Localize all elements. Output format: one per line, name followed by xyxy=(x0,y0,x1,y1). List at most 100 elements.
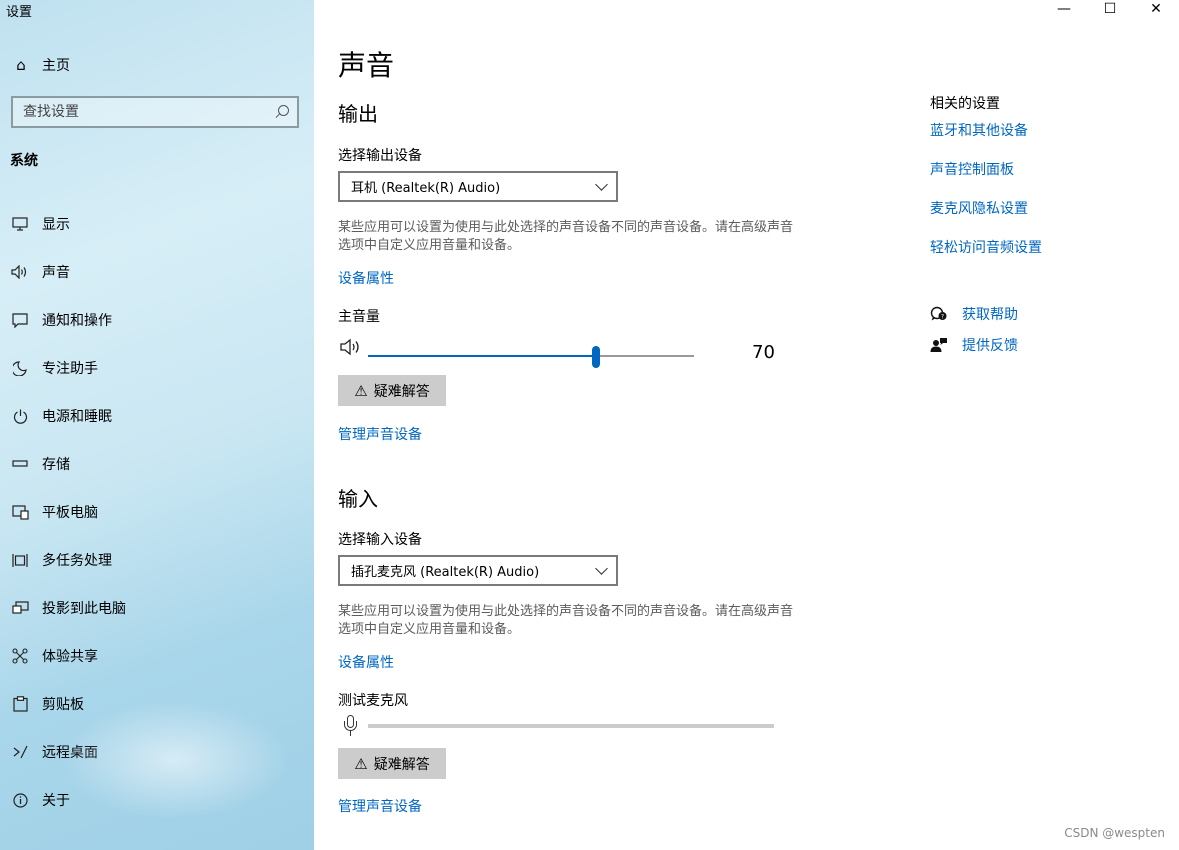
home-nav-item[interactable]: ⌂ 主页 xyxy=(12,55,70,75)
sidebar-item-label: 投影到此电脑 xyxy=(42,601,126,617)
output-heading: 输出 xyxy=(338,102,378,126)
chevron-down-icon xyxy=(595,562,608,575)
sidebar-item-display[interactable]: 显示 xyxy=(0,200,314,248)
volume-track-fill xyxy=(368,355,596,357)
warning-icon: ⚠ xyxy=(354,754,368,773)
sidebar-item-focus-assist[interactable]: 专注助手 xyxy=(0,344,314,392)
input-device-dropdown[interactable]: 插孔麦克风 (Realtek(R) Audio) xyxy=(338,555,618,586)
clipboard-icon xyxy=(10,694,30,714)
feedback-label: 提供反馈 xyxy=(962,338,1018,354)
master-volume-label: 主音量 xyxy=(338,309,380,325)
output-properties-link[interactable]: 设备属性 xyxy=(338,268,394,288)
moon-icon xyxy=(10,358,30,378)
sidebar-item-tablet[interactable]: 平板电脑 xyxy=(0,488,314,536)
watermark: CSDN @wespten xyxy=(1064,826,1165,840)
input-manage-devices-link[interactable]: 管理声音设备 xyxy=(338,796,422,816)
speaker-icon xyxy=(10,262,30,282)
get-help-label: 获取帮助 xyxy=(962,307,1018,323)
sidebar-item-label: 电源和睡眠 xyxy=(42,409,112,425)
search-input[interactable] xyxy=(23,104,275,120)
share-icon xyxy=(10,646,30,666)
sidebar-item-shared-experiences[interactable]: 体验共享 xyxy=(0,632,314,680)
sidebar-item-storage[interactable]: 存储 xyxy=(0,440,314,488)
sidebar-item-projecting[interactable]: 投影到此电脑 xyxy=(0,584,314,632)
sidebar-item-label: 体验共享 xyxy=(42,649,98,665)
input-device-value: 插孔麦克风 (Realtek(R) Audio) xyxy=(351,565,540,580)
minimize-button[interactable]: — xyxy=(1041,0,1087,18)
storage-icon xyxy=(10,454,30,474)
volume-slider-thumb[interactable] xyxy=(592,346,600,368)
microphone-icon xyxy=(344,715,357,737)
page-title: 声音 xyxy=(338,49,395,82)
search-icon[interactable] xyxy=(275,105,289,119)
chevron-down-icon xyxy=(595,178,608,191)
input-description: 某些应用可以设置为使用与此处选择的声音设备不同的声音设备。请在高级声音选项中自定… xyxy=(338,604,794,637)
microphone-icon-stand xyxy=(350,731,352,736)
microphone-icon-holder xyxy=(344,721,357,731)
section-label: 系统 xyxy=(10,153,38,169)
sidebar: 设置 ⌂ 主页 系统 显示 声音 通知和操作 xyxy=(0,0,314,850)
sidebar-item-label: 平板电脑 xyxy=(42,505,98,521)
output-manage-devices-link[interactable]: 管理声音设备 xyxy=(338,424,422,444)
sidebar-item-sound[interactable]: 声音 xyxy=(0,248,314,296)
related-link-sound-control-panel[interactable]: 声音控制面板 xyxy=(930,159,1014,179)
app-title: 设置 xyxy=(6,5,33,20)
master-volume-slider[interactable] xyxy=(368,346,694,368)
input-heading: 输入 xyxy=(338,487,378,511)
input-properties-link[interactable]: 设备属性 xyxy=(338,652,394,672)
sidebar-item-label: 多任务处理 xyxy=(42,553,112,569)
related-link-bluetooth[interactable]: 蓝牙和其他设备 xyxy=(930,120,1028,140)
sidebar-item-label: 专注助手 xyxy=(42,361,98,377)
window-controls: — ☐ ✕ xyxy=(1041,0,1179,18)
sidebar-item-label: 通知和操作 xyxy=(42,313,112,329)
sidebar-item-label: 剪贴板 xyxy=(42,697,84,713)
related-link-ease-of-access-audio[interactable]: 轻松访问音频设置 xyxy=(930,237,1042,257)
close-button[interactable]: ✕ xyxy=(1133,0,1179,18)
main-content: — ☐ ✕ 声音 输出 选择输出设备 耳机 (Realtek(R) Audio)… xyxy=(314,0,1179,850)
speaker-icon[interactable] xyxy=(340,338,362,361)
troubleshoot-label: 疑难解答 xyxy=(373,756,430,773)
output-device-dropdown[interactable]: 耳机 (Realtek(R) Audio) xyxy=(338,171,618,202)
sidebar-item-notifications[interactable]: 通知和操作 xyxy=(0,296,314,344)
feedback-icon xyxy=(930,336,948,354)
sidebar-item-label: 显示 xyxy=(42,217,70,233)
input-device-label: 选择输入设备 xyxy=(338,532,422,548)
nav-list: 显示 声音 通知和操作 专注助手 电源和睡眠 存储 平板电脑 多任务处理 投影到… xyxy=(0,200,314,824)
related-settings-title: 相关的设置 xyxy=(930,96,1000,112)
multitask-icon xyxy=(10,550,30,570)
sidebar-item-remote-desktop[interactable]: 远程桌面 xyxy=(0,728,314,776)
sidebar-item-clipboard[interactable]: 剪贴板 xyxy=(0,680,314,728)
power-icon xyxy=(10,406,30,426)
help-chat-icon: ? xyxy=(930,305,948,323)
sidebar-item-about[interactable]: 关于 xyxy=(0,776,314,824)
test-mic-label: 测试麦克风 xyxy=(338,693,408,709)
output-device-value: 耳机 (Realtek(R) Audio) xyxy=(351,181,501,196)
notification-icon xyxy=(10,310,30,330)
output-troubleshoot-button[interactable]: ⚠ 疑难解答 xyxy=(338,375,446,406)
volume-track-rest xyxy=(596,355,694,357)
related-link-mic-privacy[interactable]: 麦克风隐私设置 xyxy=(930,198,1028,218)
sidebar-item-label: 远程桌面 xyxy=(42,745,98,761)
warning-icon: ⚠ xyxy=(354,381,368,400)
mic-level-meter xyxy=(368,724,774,728)
get-help-row[interactable]: ? 获取帮助 xyxy=(930,304,1018,324)
sidebar-item-power[interactable]: 电源和睡眠 xyxy=(0,392,314,440)
output-description: 某些应用可以设置为使用与此处选择的声音设备不同的声音设备。请在高级声音选项中自定… xyxy=(338,220,794,253)
maximize-button[interactable]: ☐ xyxy=(1087,0,1133,18)
search-box[interactable] xyxy=(11,96,299,128)
troubleshoot-label: 疑难解答 xyxy=(373,383,430,400)
sidebar-item-label: 关于 xyxy=(42,793,70,809)
sidebar-item-label: 声音 xyxy=(42,265,70,281)
home-icon: ⌂ xyxy=(16,56,26,74)
info-icon xyxy=(10,790,30,810)
volume-value: 70 xyxy=(752,342,775,363)
remote-icon xyxy=(10,742,30,762)
tablet-icon xyxy=(10,502,30,522)
home-label: 主页 xyxy=(42,58,70,74)
feedback-row[interactable]: 提供反馈 xyxy=(930,335,1018,355)
project-icon xyxy=(10,598,30,618)
output-device-label: 选择输出设备 xyxy=(338,148,422,164)
input-troubleshoot-button[interactable]: ⚠ 疑难解答 xyxy=(338,748,446,779)
sidebar-item-multitasking[interactable]: 多任务处理 xyxy=(0,536,314,584)
svg-text:?: ? xyxy=(941,314,944,321)
